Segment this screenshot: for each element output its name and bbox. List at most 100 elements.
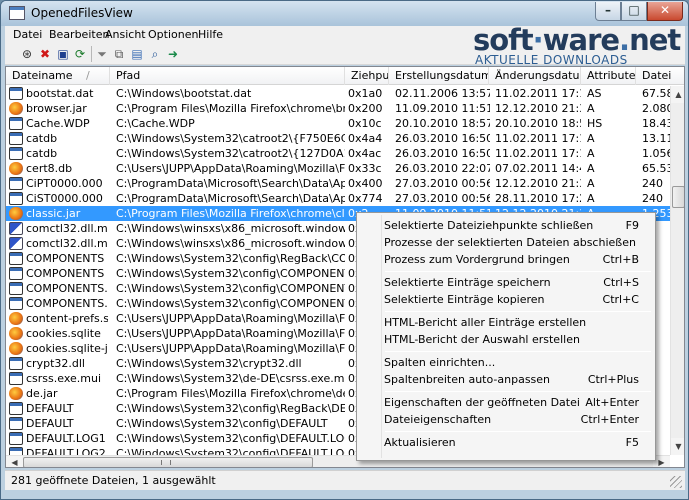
- window-title: OpenedFilesView: [31, 6, 133, 20]
- cell-handle: 0x4a4: [348, 132, 383, 145]
- vertical-scroll-thumb[interactable]: [672, 186, 684, 208]
- context-menu-item[interactable]: Selektierte Einträge speichern Ctrl+S: [359, 275, 653, 291]
- list-header: Dateiname / Pfad Ziehpu... Erstellungsda…: [6, 67, 684, 85]
- context-menu-item[interactable]: Spalten einrichten...: [359, 355, 653, 371]
- exit-icon[interactable]: ➜: [165, 46, 181, 62]
- vertical-scrollbar[interactable]: ▲ ▼: [670, 86, 684, 455]
- dll-file-icon: [9, 237, 23, 250]
- cell-attribute: AS: [587, 87, 602, 100]
- column-header-pfad[interactable]: Pfad: [110, 67, 345, 85]
- cell-path: C:\Windows\winsxs\x86_microsoft.windows.…: [116, 222, 345, 235]
- column-header-ziehpunkt[interactable]: Ziehpu...: [345, 67, 389, 85]
- menu-datei[interactable]: Datei: [13, 28, 42, 41]
- app-icon: [9, 6, 25, 20]
- column-header-aenderungsdatum[interactable]: Änderungsdatum: [489, 67, 581, 85]
- menu-separator: [385, 271, 651, 272]
- close-handles-icon[interactable]: ✖: [37, 46, 53, 62]
- horizontal-scroll-thumb[interactable]: [23, 457, 313, 467]
- context-menu-item[interactable]: HTML-Bericht der Auswahl erstellen: [359, 332, 653, 348]
- file-icon: [9, 192, 23, 205]
- cell-created: 27.03.2010 00:56:18: [395, 177, 490, 190]
- properties-icon[interactable]: ⊛: [19, 46, 35, 62]
- scroll-down-arrow-icon[interactable]: ▼: [671, 438, 684, 455]
- table-row[interactable]: cert8.db C:\Users\JUPP\AppData\Roaming\Mo…: [6, 161, 670, 176]
- cell-size: 18.43: [642, 117, 670, 130]
- scroll-up-arrow-icon[interactable]: ▲: [671, 86, 684, 103]
- menu-item-label: Prozess zum Vordergrund bringen: [384, 253, 570, 266]
- cell-modified: 11.02.2011 17:12:36: [495, 147, 581, 160]
- menu-separator: [385, 311, 651, 312]
- table-row[interactable]: catdb C:\Windows\System32\catroot2\{F750E…: [6, 131, 670, 146]
- cell-path: C:\Windows\System32\config\DEFAULT.LOG2: [116, 447, 345, 455]
- menu-bearbeiten[interactable]: Bearbeiten: [49, 28, 109, 41]
- context-menu-item[interactable]: HTML-Bericht aller Einträge erstellen: [359, 315, 653, 331]
- file-icon: [9, 147, 23, 160]
- cell-name: content-prefs.sqlite: [26, 312, 108, 325]
- copy-icon[interactable]: ⧉: [111, 46, 127, 62]
- menu-optionen[interactable]: Optionen: [148, 28, 198, 41]
- file-icon: [9, 402, 23, 415]
- save-icon[interactable]: ▣: [55, 46, 71, 62]
- cell-name: comctl32.dll.mui: [26, 222, 108, 235]
- menu-item-shortcut: Ctrl+S: [603, 276, 639, 289]
- cell-name: cookies.sqlite-jour...: [26, 342, 108, 355]
- table-row[interactable]: CiST0000.000 C:\ProgramData\Microsoft\Sea…: [6, 191, 670, 206]
- table-row[interactable]: bootstat.dat C:\Windows\bootstat.dat 0x1a0…: [6, 86, 670, 101]
- main-window: OpenedFilesView – □ ✕ Datei Bearbeiten A…: [0, 0, 689, 500]
- context-menu-item[interactable]: Selektierte Dateiziehpunkte schließen F9: [359, 218, 653, 234]
- table-row[interactable]: Cache.WDP C:\Cache.WDP 0x10c 20.10.2010 18:…: [6, 116, 670, 131]
- menu-separator: [385, 391, 651, 392]
- cell-name: CiST0000.000: [26, 192, 103, 205]
- cell-path: C:\Windows\System32\config\COMPONENTS.LO…: [116, 297, 345, 310]
- resize-grip-icon[interactable]: [670, 476, 682, 488]
- file-icon: [9, 267, 23, 280]
- cell-attribute: A: [587, 132, 595, 145]
- table-row[interactable]: catdb C:\Windows\System32\catroot2\{127D0…: [6, 146, 670, 161]
- file-icon: [9, 297, 23, 310]
- refresh-icon[interactable]: ⟳: [72, 46, 88, 62]
- html-report-icon[interactable]: ▤: [129, 46, 145, 62]
- scroll-left-arrow-icon[interactable]: ◀: [6, 456, 23, 467]
- firefox-file-icon: [9, 387, 23, 400]
- cell-size: 67.58: [642, 87, 670, 100]
- cell-path: C:\Program Files\Mozilla Firefox\chrome\…: [116, 102, 345, 115]
- context-menu-item[interactable]: Prozess zum Vordergrund bringen Ctrl+B: [359, 252, 653, 268]
- cell-modified: 12.12.2010 21:34:27: [495, 177, 581, 190]
- watermark-logo: soft·ware.net: [473, 23, 681, 57]
- column-header-dateiname[interactable]: Dateiname /: [6, 67, 110, 85]
- dll-file-icon: [9, 222, 23, 235]
- cell-modified: 12.12.2010 21:32:28: [495, 102, 581, 115]
- file-icon: [9, 132, 23, 145]
- file-icon: [9, 117, 23, 130]
- minimize-button[interactable]: –: [595, 2, 621, 21]
- cell-path: C:\Windows\System32\config\RegBack\DEFAU…: [116, 402, 345, 415]
- cell-modified: 07.02.2011 14:46:03: [495, 162, 581, 175]
- menu-ansicht[interactable]: Ansicht: [105, 28, 146, 41]
- maximize-button[interactable]: □: [621, 2, 647, 21]
- menu-item-shortcut: Ctrl+C: [602, 293, 639, 306]
- menu-item-label: Aktualisieren: [384, 436, 456, 449]
- cell-path: C:\Windows\System32\config\DEFAULT.LOG1: [116, 432, 345, 445]
- context-menu-item[interactable]: Selektierte Einträge kopieren Ctrl+C: [359, 292, 653, 308]
- cell-size: 240: [642, 177, 663, 190]
- close-button[interactable]: ✕: [647, 2, 683, 21]
- context-menu-item[interactable]: Aktualisieren F5: [359, 435, 653, 451]
- cell-handle: 0x4ac: [348, 147, 382, 160]
- table-row[interactable]: CiPT0000.000 C:\ProgramData\Microsoft\Sea…: [6, 176, 670, 191]
- context-menu-item[interactable]: Spaltenbreiten auto-anpassen Ctrl+Plus: [359, 372, 653, 388]
- cell-name: comctl32.dll.mui: [26, 237, 108, 250]
- column-header-dateigroesse[interactable]: Datei: [636, 67, 684, 85]
- filter-icon[interactable]: ⏷: [94, 46, 110, 62]
- column-header-attribute[interactable]: Attribute: [581, 67, 636, 85]
- column-header-erstellungsdatum[interactable]: Erstellungsdatum: [389, 67, 489, 85]
- table-row[interactable]: browser.jar C:\Program Files\Mozilla Fire…: [6, 101, 670, 116]
- context-menu-item[interactable]: Dateieigenschaften Ctrl+Enter: [359, 412, 653, 428]
- find-icon[interactable]: ⌕: [147, 46, 163, 62]
- cell-created: 20.10.2010 18:57:54: [395, 117, 490, 130]
- cell-path: C:\Windows\winsxs\x86_microsoft.windows.…: [116, 237, 345, 250]
- context-menu-item[interactable]: Prozesse der selektierten Dateien abschi…: [359, 235, 653, 251]
- cell-handle: 0x774: [348, 192, 383, 205]
- menu-hilfe[interactable]: Hilfe: [198, 28, 223, 41]
- file-icon: [9, 252, 23, 265]
- context-menu-item[interactable]: Eigenschaften der geöffneten Datei Alt+En…: [359, 395, 653, 411]
